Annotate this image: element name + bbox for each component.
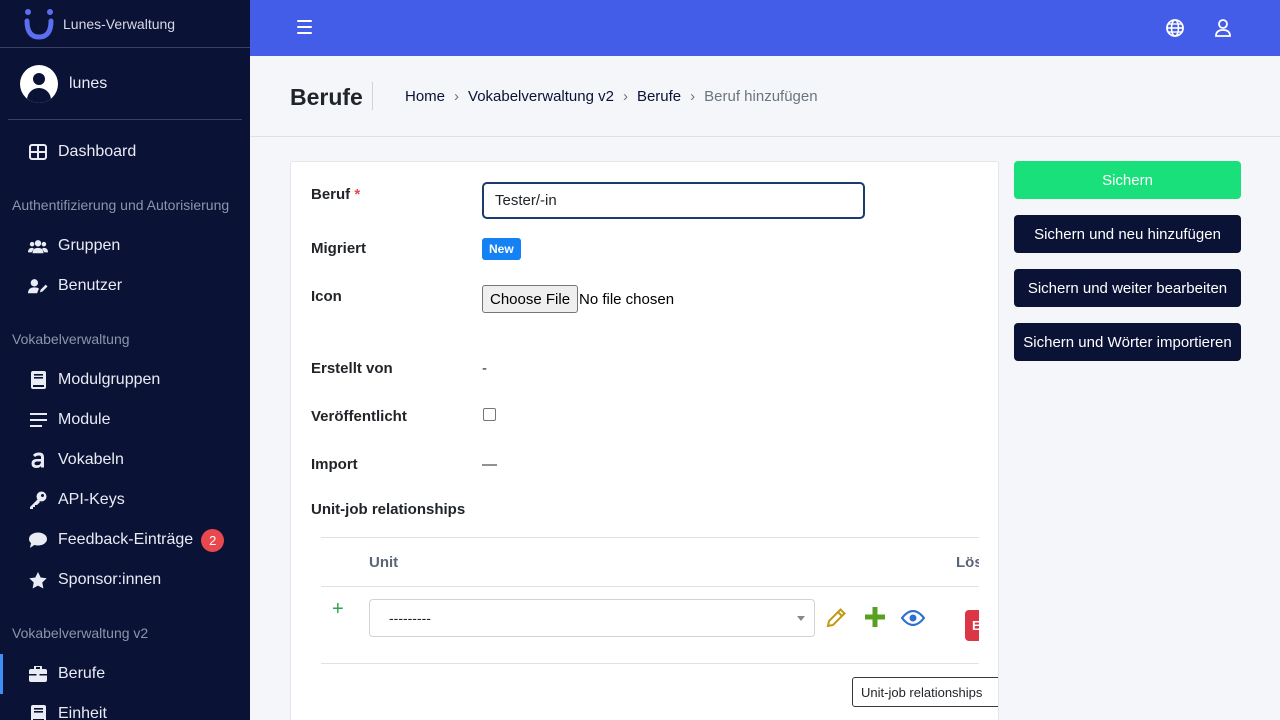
- beruf-label: Beruf *: [311, 186, 360, 203]
- sidebar-item-label: Module: [58, 411, 111, 428]
- content-header: Berufe Home › Vokabelverwaltung v2 › Ber…: [250, 56, 1280, 137]
- relationships-table-header: Unit Lös: [321, 537, 983, 587]
- sidebar-item-berufe[interactable]: Berufe: [0, 654, 250, 694]
- chevron-down-icon: [797, 616, 805, 621]
- letter-a-icon: [28, 450, 48, 470]
- beruf-input[interactable]: [482, 182, 865, 219]
- sidebar-item-label: API-Keys: [58, 491, 125, 508]
- sidebar-item-api-keys[interactable]: API-Keys: [0, 480, 250, 520]
- import-value: —: [482, 456, 497, 473]
- pencil-edit-icon[interactable]: [826, 607, 847, 628]
- breadcrumb-current: Beruf hinzufügen: [704, 88, 818, 105]
- sidebar-item-label: Benutzer: [58, 277, 123, 294]
- sidebar-item-label: Berufe: [58, 665, 106, 682]
- erstellt-von-label: Erstellt von: [311, 360, 393, 377]
- sidebar-section-header: Vokabelverwaltung: [12, 331, 130, 347]
- eye-view-icon[interactable]: [901, 610, 925, 626]
- save-and-import-button[interactable]: Sichern und Wörter importieren: [1014, 323, 1241, 361]
- sidebar-item-dashboard[interactable]: Dashboard: [0, 132, 250, 172]
- relationships-table: Unit Lös + --------- E: [321, 537, 995, 664]
- new-badge: New: [482, 238, 521, 260]
- feedback-count-badge: 2: [201, 528, 225, 552]
- migriert-label: Migriert: [311, 240, 367, 257]
- beruf-form-card: Beruf * Migriert New Icon Choose File No…: [290, 161, 999, 720]
- column-unit: Unit: [369, 554, 399, 571]
- user-avatar-icon: [20, 64, 58, 103]
- sidebar-item-sponsoren[interactable]: Sponsor:innen: [0, 560, 250, 600]
- brand-name: Lunes-Verwaltung: [63, 15, 176, 32]
- book-icon: [28, 704, 48, 720]
- key-icon: [28, 490, 48, 510]
- briefcase-icon: [28, 664, 48, 684]
- import-label: Import: [311, 456, 358, 473]
- breadcrumb-home[interactable]: Home: [405, 88, 445, 105]
- page-title: Berufe: [290, 84, 363, 110]
- sidebar: Lunes-Verwaltung lunes Dashboard Authent…: [0, 0, 250, 720]
- users-group-icon: [28, 236, 48, 256]
- sidebar-item-label: Vokabeln: [58, 451, 124, 468]
- save-and-continue-button[interactable]: Sichern und weiter bearbeiten: [1014, 269, 1241, 307]
- sidebar-item-module[interactable]: Module: [0, 400, 250, 440]
- sidebar-item-label: Dashboard: [58, 143, 137, 160]
- sidebar-item-feedback[interactable]: Feedback-Einträge 2: [0, 520, 250, 560]
- user-edit-icon: [28, 276, 48, 296]
- lunes-logo-icon: [24, 8, 54, 40]
- sidebar-nav: Dashboard Authentifizierung und Autorisi…: [0, 120, 250, 720]
- sidebar-item-label: Sponsor:innen: [58, 571, 162, 588]
- breadcrumb-separator: ›: [622, 88, 628, 105]
- row-add-icon[interactable]: +: [332, 598, 344, 621]
- sidebar-item-label: Gruppen: [58, 237, 121, 254]
- unit-select[interactable]: ---------: [369, 599, 815, 637]
- book-icon: [28, 370, 48, 390]
- list-lines-icon: [28, 410, 48, 430]
- plus-add-icon[interactable]: [865, 607, 885, 627]
- breadcrumb-vokabelverwaltung-v2[interactable]: Vokabelverwaltung v2: [468, 88, 614, 105]
- sidebar-item-vokabeln[interactable]: Vokabeln: [0, 440, 250, 480]
- table-grid-icon: [28, 142, 48, 162]
- unit-select-value: ---------: [389, 610, 431, 626]
- breadcrumb: Home › Vokabelverwaltung v2 › Berufe › B…: [405, 88, 818, 105]
- save-button[interactable]: Sichern: [1014, 161, 1241, 199]
- veroeffentlicht-checkbox[interactable]: [483, 408, 496, 421]
- title-divider: [372, 82, 373, 110]
- sidebar-item-benutzer[interactable]: Benutzer: [0, 266, 250, 306]
- sidebar-section-header: Vokabelverwaltung v2: [12, 625, 149, 641]
- star-icon: [28, 570, 48, 590]
- sidebar-item-einheit[interactable]: Einheit: [0, 694, 250, 720]
- relationships-label: Unit-job relationships: [311, 501, 466, 518]
- sidebar-item-gruppen[interactable]: Gruppen: [0, 226, 250, 266]
- user-panel[interactable]: lunes: [8, 48, 242, 120]
- hamburger-menu-icon[interactable]: [297, 20, 312, 35]
- table-row: + --------- E: [321, 587, 995, 664]
- brand[interactable]: Lunes-Verwaltung: [0, 0, 250, 48]
- beruf-label-text: Beruf: [311, 186, 351, 203]
- add-relationship-button[interactable]: Unit-job relationships: [852, 677, 998, 707]
- save-and-add-button[interactable]: Sichern und neu hinzufügen: [1014, 215, 1241, 253]
- veroeffentlicht-label: Veröffentlicht: [311, 408, 407, 425]
- comment-icon: [28, 530, 48, 550]
- sidebar-section-header: Authentifizierung und Autorisierung: [12, 197, 230, 213]
- sidebar-item-label: Einheit: [58, 705, 107, 720]
- sidebar-item-modulgruppen[interactable]: Modulgruppen: [0, 360, 250, 400]
- choose-file-button[interactable]: Choose File: [482, 285, 579, 313]
- erstellt-von-value: -: [482, 360, 487, 377]
- breadcrumb-separator: ›: [690, 88, 696, 105]
- required-marker: *: [354, 186, 361, 203]
- user-account-icon[interactable]: [1215, 19, 1231, 37]
- sidebar-item-label: Modulgruppen: [58, 371, 161, 388]
- user-name: lunes: [69, 74, 108, 92]
- topbar: [250, 0, 1280, 56]
- icon-label: Icon: [311, 288, 342, 305]
- sidebar-item-label: Feedback-Einträge: [58, 531, 194, 548]
- breadcrumb-berufe[interactable]: Berufe: [637, 88, 681, 105]
- file-status-text: No file chosen: [579, 291, 675, 308]
- breadcrumb-separator: ›: [454, 88, 460, 105]
- globe-language-icon[interactable]: [1166, 19, 1184, 37]
